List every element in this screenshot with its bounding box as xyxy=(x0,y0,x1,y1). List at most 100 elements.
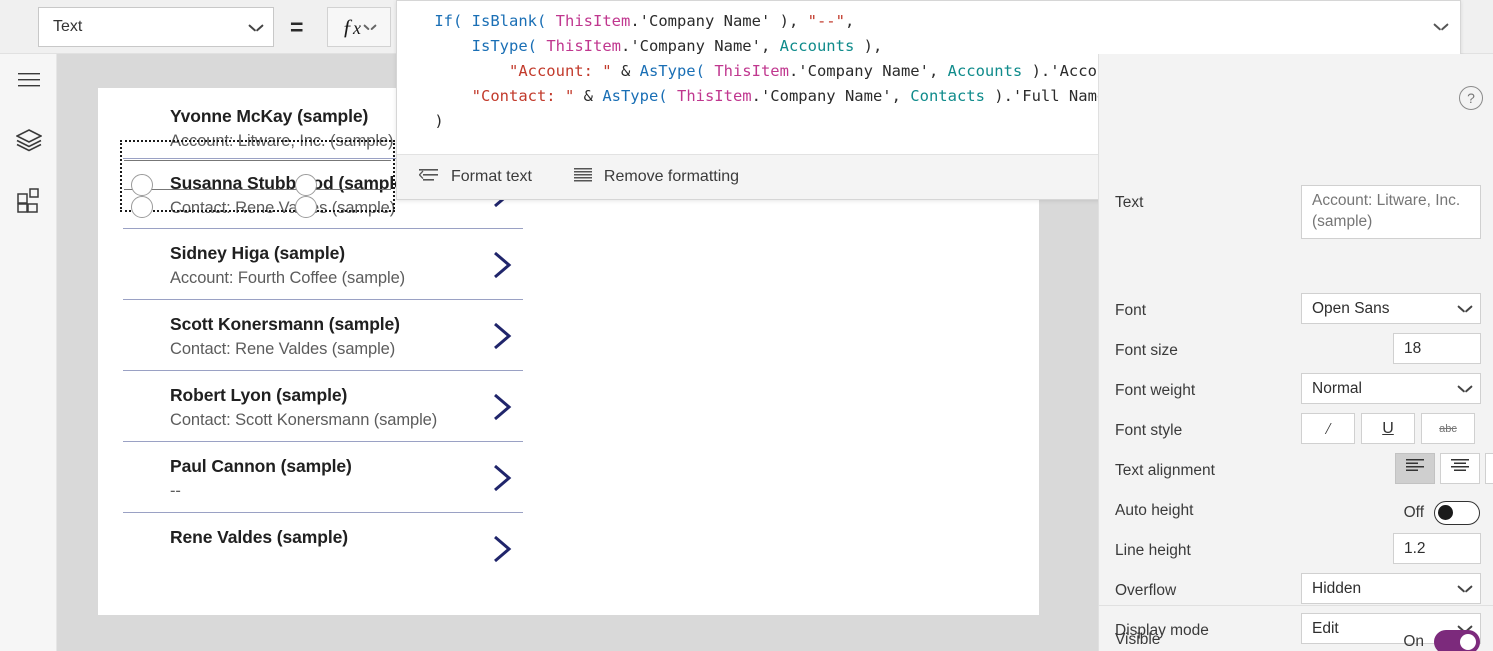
property-value-text[interactable]: Account: Litware, Inc. (sample) xyxy=(1301,185,1481,239)
chevron-down-icon xyxy=(249,23,263,32)
equals-sign: = xyxy=(290,14,304,40)
align-right-button[interactable] xyxy=(1485,453,1493,484)
hamburger-icon xyxy=(17,72,41,93)
auto-height-toggle[interactable] xyxy=(1434,501,1480,525)
align-center-icon xyxy=(1451,459,1469,478)
property-row-font-style: Font style / U abc xyxy=(1099,413,1493,453)
property-row-line-height: Line height 1.2 xyxy=(1099,533,1493,573)
property-label-text-alignment: Text alignment xyxy=(1115,462,1215,479)
toggle-knob xyxy=(1438,505,1453,520)
align-left-icon xyxy=(1406,459,1424,478)
gallery-item-subtitle: -- xyxy=(170,482,181,500)
gallery-item-title: Sidney Higa (sample) xyxy=(170,243,345,263)
format-text-label: Format text xyxy=(451,168,532,185)
property-label-auto-height: Auto height xyxy=(1115,502,1194,519)
property-label-font-weight: Font weight xyxy=(1115,382,1196,399)
panel-divider xyxy=(1099,605,1493,606)
underline-button[interactable]: U xyxy=(1361,413,1415,444)
resize-handle-bottom-right[interactable] xyxy=(295,196,317,218)
chevron-down-icon xyxy=(364,23,376,32)
help-circle-icon[interactable]: ? xyxy=(1459,86,1483,110)
formula-line: If( IsBlank( ThisItem.'Company Name' ), … xyxy=(434,12,855,30)
align-center-button[interactable] xyxy=(1440,453,1480,484)
gallery-item[interactable]: Paul Cannon (sample) -- xyxy=(123,442,523,513)
chevron-down-icon xyxy=(1458,304,1472,313)
gallery-item-subtitle: Account: Fourth Coffee (sample) xyxy=(170,269,406,287)
remove-formatting-label: Remove formatting xyxy=(603,168,740,185)
gallery-item-subtitle: Contact: Rene Valdes (sample) xyxy=(170,340,396,358)
property-row-font-weight: Font weight Normal xyxy=(1099,373,1493,413)
property-select[interactable]: Text xyxy=(38,7,274,47)
toggle-knob xyxy=(1460,633,1476,650)
property-row-visible: Visible On xyxy=(1099,622,1493,651)
chevron-down-icon xyxy=(1434,22,1448,31)
visible-toggle-wrap: On xyxy=(1403,630,1480,651)
font-value-text: Open Sans xyxy=(1312,299,1390,317)
font-size-input[interactable]: 18 xyxy=(1393,333,1481,364)
strikethrough-button[interactable]: abc xyxy=(1421,413,1475,444)
gallery-item[interactable]: Rene Valdes (sample) xyxy=(123,513,523,584)
gallery-item[interactable]: Sidney Higa (sample) Account: Fourth Coff… xyxy=(123,229,523,300)
resize-handle-top-right[interactable] xyxy=(295,174,317,196)
format-text-button[interactable]: Format text xyxy=(418,168,532,187)
text-alignment-button-group xyxy=(1395,453,1493,484)
resize-handle-bottom-left[interactable] xyxy=(131,196,153,218)
italic-icon: / xyxy=(1325,418,1331,438)
property-row-font: Font Open Sans xyxy=(1099,293,1493,333)
resize-handle-top-left[interactable] xyxy=(131,174,153,196)
hamburger-menu-button[interactable] xyxy=(0,54,57,110)
gallery-item-title: Paul Cannon (sample) xyxy=(170,456,352,476)
gallery-item-title: Yvonne McKay (sample) xyxy=(170,106,369,126)
gallery-item-subtitle: Contact: Scott Konersmann (sample) xyxy=(170,411,438,429)
fx-button[interactable]: ƒx xyxy=(327,7,391,47)
chevron-right-icon[interactable] xyxy=(487,461,517,495)
overflow-value-text: Hidden xyxy=(1312,579,1362,597)
property-label-font-size: Font size xyxy=(1115,342,1178,359)
property-value-font[interactable]: Open Sans xyxy=(1301,293,1481,324)
gallery-item-title: Robert Lyon (sample) xyxy=(170,385,348,405)
formula-collapse-button[interactable] xyxy=(1428,13,1454,39)
gallery-item-title: Susanna Stubberod (sample) xyxy=(170,173,410,193)
gallery-item-subtitle: Contact: Rene Valdes (sample) xyxy=(170,199,396,217)
layers-icon xyxy=(14,128,43,157)
line-height-input[interactable]: 1.2 xyxy=(1393,533,1481,564)
left-rail xyxy=(0,54,57,651)
property-row-text-alignment: Text alignment xyxy=(1099,453,1493,493)
tree-view-button[interactable] xyxy=(0,114,57,170)
fx-icon: ƒx xyxy=(342,13,361,39)
gallery-item-title: Rene Valdes (sample) xyxy=(170,527,348,547)
underline-icon: U xyxy=(1382,419,1394,437)
property-select-value: Text xyxy=(53,18,83,35)
auto-height-toggle-wrap: Off xyxy=(1404,501,1480,525)
visible-toggle[interactable] xyxy=(1434,630,1480,651)
gallery-item-title: Scott Konersmann (sample) xyxy=(170,314,400,334)
chevron-right-icon[interactable] xyxy=(487,319,517,353)
chevron-right-icon[interactable] xyxy=(487,532,517,566)
app-root: Text = ƒx Yvonne McKay (sample) Account:… xyxy=(0,0,1493,651)
chevron-down-icon xyxy=(1458,384,1472,393)
font-weight-value-text: Normal xyxy=(1312,379,1362,397)
align-left-button[interactable] xyxy=(1395,453,1435,484)
gallery-item[interactable]: Scott Konersmann (sample) Contact: Rene V… xyxy=(123,300,523,371)
strikethrough-icon: abc xyxy=(1439,422,1457,435)
remove-formatting-icon xyxy=(573,167,592,187)
chevron-down-icon xyxy=(1458,584,1472,593)
property-label-font-style: Font style xyxy=(1115,422,1183,439)
property-row-overflow: Overflow Hidden xyxy=(1099,573,1493,613)
font-style-button-group: / U abc xyxy=(1301,413,1475,444)
property-label-font: Font xyxy=(1115,302,1147,319)
property-row-font-size: Font size 18 xyxy=(1099,333,1493,373)
chevron-right-icon[interactable] xyxy=(487,248,517,282)
property-value-overflow[interactable]: Hidden xyxy=(1301,573,1481,604)
gallery-item[interactable]: Robert Lyon (sample) Contact: Scott Koner… xyxy=(123,371,523,442)
italic-button[interactable]: / xyxy=(1301,413,1355,444)
property-value-font-weight[interactable]: Normal xyxy=(1301,373,1481,404)
format-text-icon xyxy=(418,168,439,187)
remove-formatting-button[interactable]: Remove formatting xyxy=(573,167,740,187)
properties-panel: ? Text Account: Litware, Inc. (sample) F… xyxy=(1098,54,1493,651)
chevron-right-icon[interactable] xyxy=(487,390,517,424)
property-label-text: Text xyxy=(1115,194,1144,211)
property-label-line-height: Line height xyxy=(1115,542,1191,559)
insert-components-button[interactable] xyxy=(0,174,57,230)
property-label-overflow: Overflow xyxy=(1115,582,1177,599)
